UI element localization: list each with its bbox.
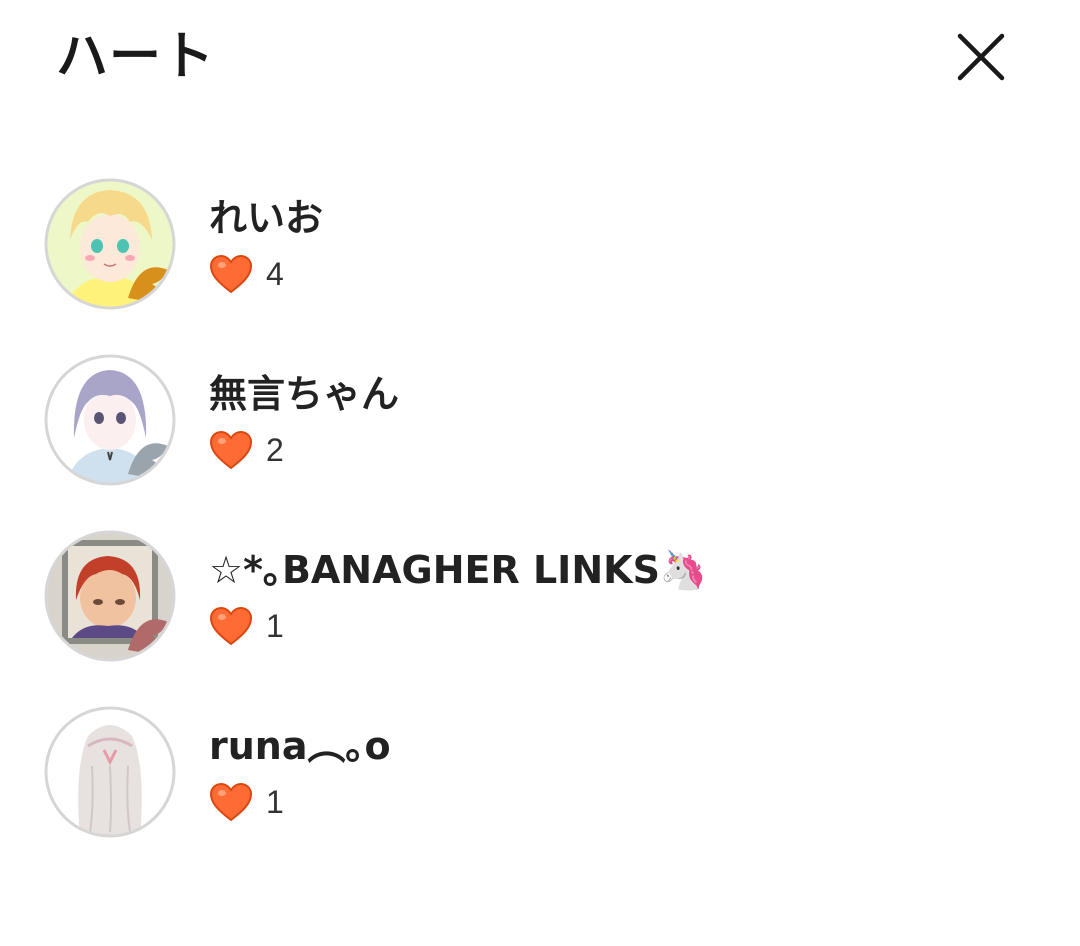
user-name: 無言ちゃん — [209, 372, 400, 416]
list-item[interactable]: 無言ちゃん 2 — [0, 354, 1080, 530]
heart-user-list: れいお 4 無言ちゃん 2 ☆*｡BANAGHER LINKS🦄 1 runa︵… — [0, 178, 1080, 882]
heart-icon — [208, 606, 254, 646]
heart-icon — [208, 254, 254, 294]
heart-count: 2 — [266, 432, 284, 468]
heart-count: 1 — [266, 608, 284, 644]
user-name: ☆*｡BANAGHER LINKS🦄 — [209, 548, 708, 592]
avatar[interactable] — [44, 706, 176, 838]
user-name: runa︵｡o — [209, 724, 391, 768]
avatar[interactable] — [44, 178, 176, 310]
close-icon — [957, 33, 1005, 81]
heart-count-group: 4 — [208, 252, 284, 296]
page-title: ハート — [56, 27, 216, 87]
heart-icon — [208, 430, 254, 470]
heart-count: 1 — [266, 784, 284, 820]
user-name: れいお — [209, 196, 324, 240]
list-item[interactable]: れいお 4 — [0, 178, 1080, 354]
list-item[interactable]: runa︵｡o 1 — [0, 706, 1080, 882]
heart-count-group: 1 — [208, 780, 284, 824]
avatar[interactable] — [44, 530, 176, 662]
heart-count-group: 1 — [208, 604, 284, 648]
heart-count: 4 — [266, 256, 284, 292]
header: ハート — [0, 0, 1080, 120]
avatar[interactable] — [44, 354, 176, 486]
heart-count-group: 2 — [208, 428, 284, 472]
close-button[interactable] — [952, 28, 1010, 86]
heart-icon — [208, 782, 254, 822]
list-item[interactable]: ☆*｡BANAGHER LINKS🦄 1 — [0, 530, 1080, 706]
